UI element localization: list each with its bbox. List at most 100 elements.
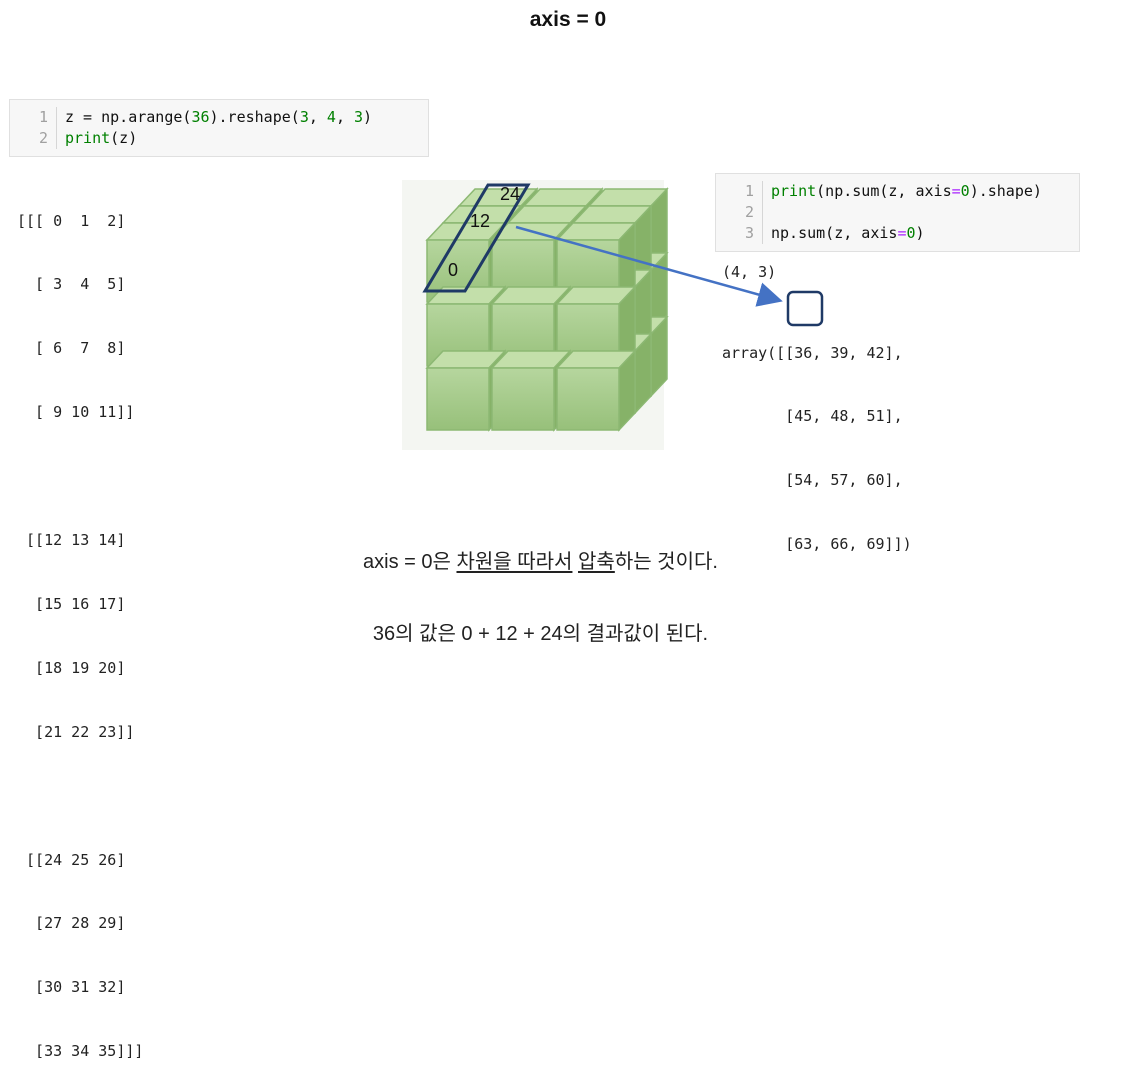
cube-block-front: [507, 222, 571, 286]
caption-axis-explanation: axis = 0은 차원을 따라서 압축하는 것이다.: [363, 551, 718, 573]
cube-block-top: [522, 188, 604, 207]
cube-block-top: [457, 252, 539, 271]
code-line: 1 print(np.sum(z, axis=0).shape): [716, 181, 1079, 202]
cube-block-front: [588, 205, 652, 269]
output-sum-array: array([[36, 39, 42], [45, 48, 51], [54, …: [722, 300, 912, 577]
cube-block-front: [572, 222, 636, 286]
cube-block-front: [588, 333, 652, 397]
underlined-text: 차원을 따라서: [456, 551, 573, 573]
code-text: print(np.sum(z, axis=0).shape): [771, 182, 1042, 200]
cube-label-24: 24: [500, 184, 520, 204]
output-line: [30 31 32]: [17, 978, 126, 997]
cube-block-top: [490, 222, 572, 241]
cube-block-front: [426, 303, 490, 367]
underlined-text: 압축: [578, 551, 615, 573]
cube-block-top: [571, 333, 653, 352]
highlight-slice: [422, 183, 531, 293]
cube-block-side: [618, 349, 636, 432]
cube-block-side: [650, 251, 668, 334]
output-line: [ 3 4 5]: [17, 275, 126, 294]
cube-block-front: [523, 333, 587, 397]
cube-block-top: [506, 269, 588, 288]
cube-block-side: [553, 221, 571, 304]
code-text: z = np.arange(36).reshape(3, 4, 3): [65, 108, 373, 126]
cube-block-side: [553, 349, 571, 432]
cube-block-side: [569, 332, 587, 415]
cube-block-front: [491, 303, 555, 367]
code-cell-reshape[interactable]: 1 z = np.arange(36).reshape(3, 4, 3) 2 p…: [9, 99, 429, 157]
cube-block-side: [634, 332, 652, 415]
output-line: [45, 48, 51],: [722, 407, 903, 426]
cube-block-front: [458, 269, 522, 333]
cube-block-side: [488, 285, 506, 368]
cube-block-top: [425, 350, 507, 369]
caption-sum-explanation: 36의 값은 0 + 12 + 24의 결과값이 된다.: [372, 623, 709, 645]
cube-block-front: [572, 350, 636, 414]
cube-shadow: [402, 180, 664, 450]
cube-block-top: [441, 333, 523, 352]
line-number: 2: [716, 202, 763, 223]
cube-block-top: [587, 188, 669, 207]
cube-block-side: [569, 268, 587, 351]
cube-label-0: 0: [448, 260, 458, 280]
code-cell-sum[interactable]: 1 print(np.sum(z, axis=0).shape) 2 3 np.…: [715, 173, 1080, 252]
cube-block-front: [556, 367, 620, 431]
cube-block-side: [585, 251, 603, 334]
cube-block-top: [506, 333, 588, 352]
output-line: [21 22 23]]: [17, 722, 135, 741]
cube-block-side: [520, 187, 538, 270]
cube-block-top: [555, 222, 637, 241]
output-shape: (4, 3): [722, 263, 777, 281]
line-number: 1: [10, 107, 57, 128]
output-line: [27 28 29]: [17, 914, 126, 933]
cube-block-side: [650, 315, 668, 398]
cube-block-front: [588, 269, 652, 333]
cube-block-side: [634, 204, 652, 287]
output-line: [[24 25 26]: [17, 850, 126, 869]
output-line: array([[36, 39, 42],: [722, 343, 903, 362]
code-text: print(z): [65, 129, 138, 147]
output-line: [18 19 20]: [17, 658, 126, 677]
cube-block-side: [520, 251, 538, 334]
line-number: 3: [716, 223, 763, 244]
cube-block-side: [504, 332, 522, 415]
cube-block-front: [426, 367, 490, 431]
cube-block-front: [458, 205, 522, 269]
cube-block-side: [618, 221, 636, 304]
cube-block-front: [523, 205, 587, 269]
cube-block-top: [441, 205, 523, 224]
cube-block-front: [442, 286, 506, 350]
cube-block-top: [506, 205, 588, 224]
code-line: 2: [716, 202, 1079, 223]
cube-block-side: [520, 315, 538, 398]
cube-block-top: [490, 350, 572, 369]
cube-block-side: [585, 187, 603, 270]
cube-block-top: [571, 269, 653, 288]
cube-block-top: [441, 269, 523, 288]
cube-block-top: [425, 222, 507, 241]
cube-label-12: 12: [470, 211, 490, 231]
code-line: 2 print(z): [10, 128, 428, 149]
cube-block-top: [587, 252, 669, 271]
output-line: [15 16 17]: [17, 594, 126, 613]
cube-block-front: [442, 350, 506, 414]
cube-block-front: [507, 350, 571, 414]
cube-block-side: [585, 315, 603, 398]
output-line: [ 9 10 11]]: [17, 403, 135, 422]
output-line: [54, 57, 60],: [722, 471, 903, 490]
cube-block-side: [488, 349, 506, 432]
cube-block-front: [556, 303, 620, 367]
cube-block-front: [458, 333, 522, 397]
cube-block-top: [457, 316, 539, 335]
line-number: 1: [716, 181, 763, 202]
cube-block-top: [587, 316, 669, 335]
cube-block-front: [556, 239, 620, 303]
output-line: [ 6 7 8]: [17, 339, 126, 358]
output-line: [[[ 0 1 2]: [17, 211, 126, 230]
line-number: 2: [10, 128, 57, 149]
cube-block-front: [442, 222, 506, 286]
page-title: axis = 0: [529, 8, 607, 31]
code-line: 1 z = np.arange(36).reshape(3, 4, 3): [10, 107, 428, 128]
cube-block-front: [572, 286, 636, 350]
